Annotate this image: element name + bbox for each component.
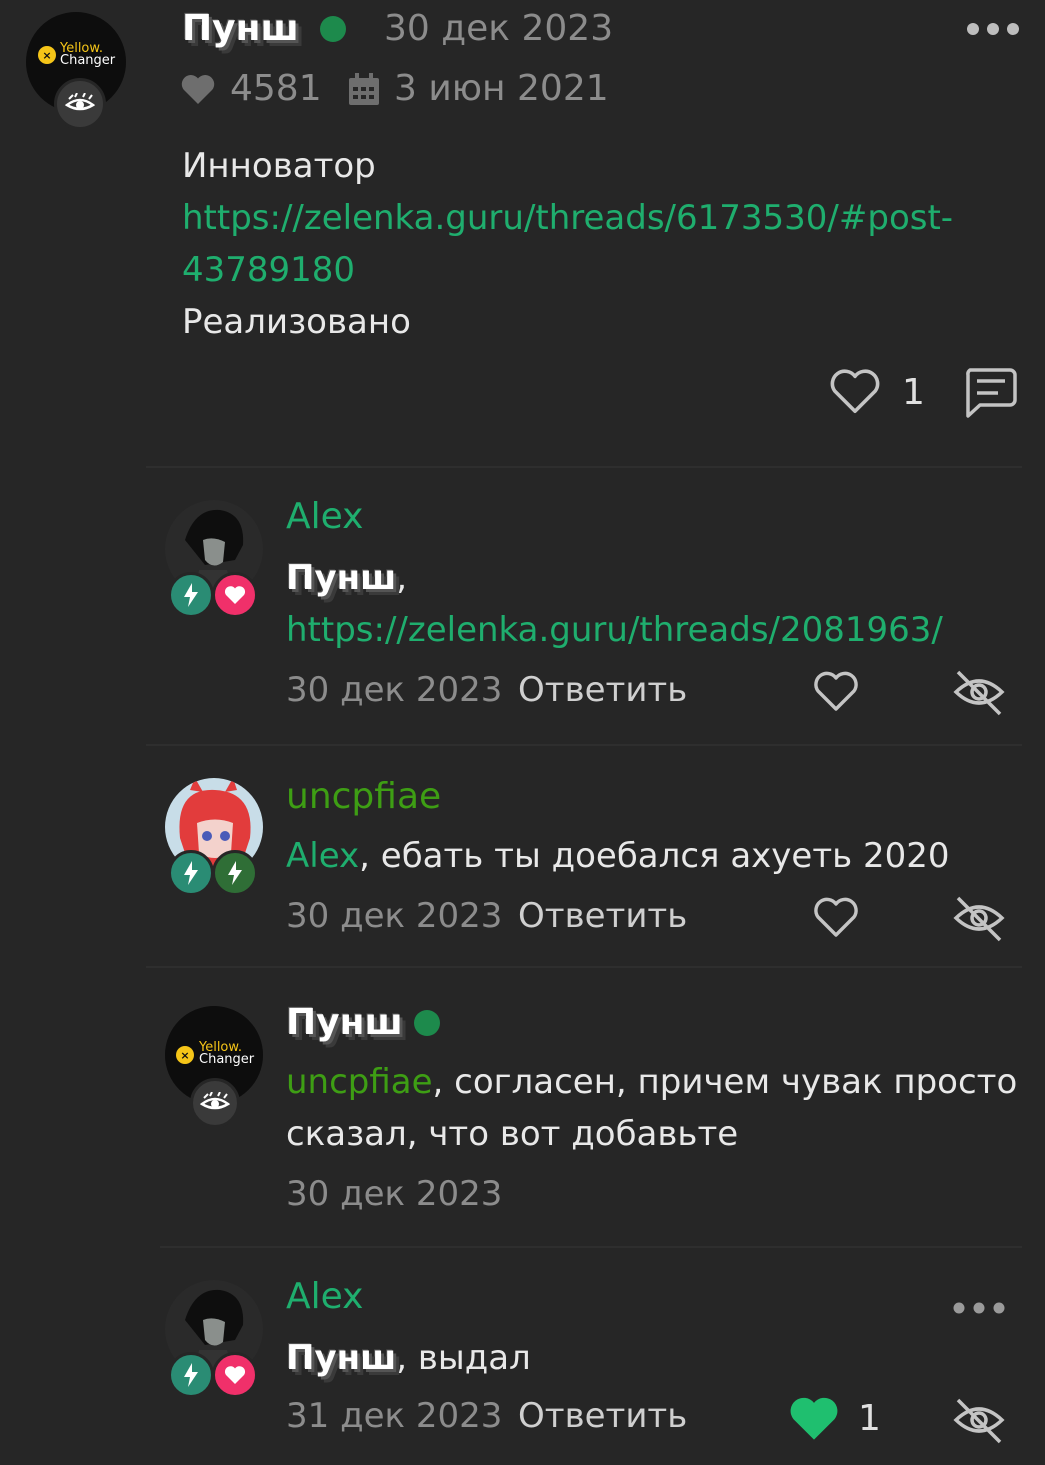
comment-date: 30 дек 2023 (286, 670, 503, 710)
bolt-icon (168, 850, 214, 896)
divider (146, 966, 1022, 968)
bolt-icon (168, 572, 214, 618)
comment-text: , выдал (396, 1338, 531, 1378)
comment-text: , ебать ты доебался ахуеть 2020 (359, 836, 950, 876)
mention-link[interactable]: Пунш (286, 558, 396, 598)
comment-link[interactable]: https://zelenka.guru/threads/2081963/ (286, 610, 943, 650)
online-status-dot (414, 1010, 440, 1036)
post-body-line3: Реализовано (182, 302, 411, 342)
bolt-icon (212, 850, 258, 896)
post-author-name[interactable]: Пунш (182, 8, 299, 49)
comment-author[interactable]: Alex (286, 496, 363, 537)
eye-badge-icon (54, 78, 106, 130)
mention-link[interactable]: uncpfiae (286, 1062, 433, 1102)
comment-date: 30 дек 2023 (286, 896, 503, 936)
mention-link[interactable]: Alex (286, 836, 359, 876)
like-heart-icon[interactable] (828, 366, 882, 420)
hide-eye-icon[interactable] (952, 892, 1006, 948)
post-body-line1: Инноватор (182, 146, 376, 186)
bolt-icon (168, 1352, 214, 1398)
mention-separator: , (396, 558, 408, 598)
pink-heart-badge-icon (212, 572, 258, 618)
hide-eye-icon[interactable] (952, 666, 1006, 722)
svg-text:×: × (42, 49, 51, 62)
more-dots-icon[interactable] (966, 20, 1022, 38)
pink-heart-badge-icon (212, 1352, 258, 1398)
post-like-count: 1 (902, 372, 925, 413)
reply-button[interactable]: Ответить (518, 670, 687, 710)
avatar-brand-line2: Changer (199, 1052, 255, 1067)
author-likes-count: 4581 (230, 68, 322, 109)
comment-author[interactable]: Пунш (286, 1002, 403, 1043)
online-status-dot (320, 16, 346, 42)
eye-badge-icon (190, 1078, 240, 1128)
comment-date: 30 дек 2023 (286, 1174, 503, 1214)
post-link[interactable]: https://zelenka.guru/threads/6173530/#po… (182, 198, 953, 238)
calendar-icon (348, 72, 380, 110)
divider (160, 1246, 1022, 1248)
like-heart-icon[interactable] (812, 668, 860, 718)
comment-like-count: 1 (858, 1398, 881, 1439)
comment-date: 31 дек 2023 (286, 1396, 503, 1436)
comment-icon[interactable] (962, 366, 1018, 424)
svg-text:×: × (180, 1049, 189, 1062)
reply-button[interactable]: Ответить (518, 896, 687, 936)
more-dots-icon[interactable] (952, 1300, 1006, 1316)
divider (146, 466, 1022, 468)
author-joined-date: 3 июн 2021 (394, 68, 609, 109)
comment-author[interactable]: Alex (286, 1276, 363, 1317)
heart-icon (180, 72, 216, 110)
like-heart-icon[interactable] (812, 894, 860, 944)
comment-text-line2: сказал, что вот добавьте (286, 1114, 739, 1154)
liked-heart-icon[interactable] (788, 1394, 840, 1446)
comment-text: , согласен, причем чувак просто (432, 1062, 1018, 1102)
comment-author[interactable]: uncpfiae (286, 776, 441, 817)
mention-link[interactable]: Пунш (286, 1338, 396, 1378)
avatar-brand-line2: Changer (60, 53, 116, 68)
reply-button[interactable]: Ответить (518, 1396, 687, 1436)
post-date: 30 дек 2023 (384, 8, 614, 49)
post-link-continued[interactable]: 43789180 (182, 250, 355, 290)
hide-eye-icon[interactable] (952, 1394, 1006, 1450)
divider (146, 744, 1022, 746)
